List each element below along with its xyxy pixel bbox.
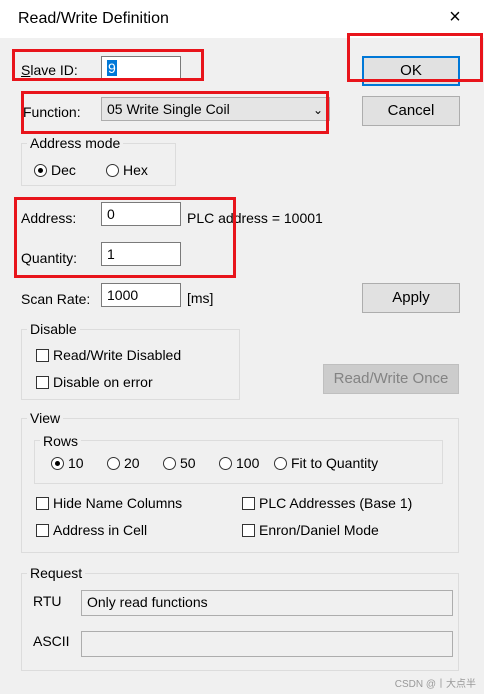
plc-addresses-checkbox[interactable]: PLC Addresses (Base 1) xyxy=(242,495,412,511)
plc-addresses-label: PLC Addresses (Base 1) xyxy=(259,495,413,511)
rows-radio-20-indicator xyxy=(107,456,120,470)
rows-radio-10[interactable]: 10 xyxy=(51,455,84,471)
hide-name-columns-box xyxy=(36,496,49,510)
address-in-cell-label: Address in Cell xyxy=(53,522,148,538)
view-title: View xyxy=(27,410,64,426)
rows-radio-50[interactable]: 50 xyxy=(163,455,196,471)
function-select[interactable]: 05 Write Single Coil ⌄ xyxy=(101,97,330,121)
rtu-field: Only read functions xyxy=(81,590,453,616)
disable-on-error-box xyxy=(36,375,49,389)
address-mode-title: Address mode xyxy=(27,135,124,151)
rows-label-20: 20 xyxy=(124,455,140,471)
rows-radio-100[interactable]: 100 xyxy=(219,455,259,471)
quantity-label: Quantity: xyxy=(21,250,78,266)
enron-daniel-label: Enron/Daniel Mode xyxy=(259,522,379,538)
ok-button[interactable]: OK xyxy=(362,56,460,86)
rows-label-10: 10 xyxy=(68,455,84,471)
rows-label-50: 50 xyxy=(180,455,196,471)
address-input[interactable]: 0 xyxy=(101,202,181,226)
watermark: CSDN @丨大点半 xyxy=(394,679,476,690)
quantity-input[interactable]: 1 xyxy=(101,242,181,266)
rows-label-fit: Fit to Quantity xyxy=(291,455,379,471)
slave-id-input[interactable]: 9 xyxy=(101,56,181,80)
request-title: Request xyxy=(27,565,86,581)
dec-radio[interactable]: Dec xyxy=(34,162,76,178)
hide-name-columns-checkbox[interactable]: Hide Name Columns xyxy=(36,495,182,511)
address-label: Address: xyxy=(21,210,77,226)
cancel-button[interactable]: Cancel xyxy=(362,96,460,126)
dec-radio-indicator xyxy=(34,163,47,177)
function-selected: 05 Write Single Coil xyxy=(107,101,230,117)
read-write-disabled-box xyxy=(36,348,49,362)
rows-radio-100-indicator xyxy=(219,456,232,470)
enron-daniel-checkbox[interactable]: Enron/Daniel Mode xyxy=(242,522,379,538)
dec-label: Dec xyxy=(51,162,76,178)
address-in-cell-box xyxy=(36,523,49,537)
hex-radio[interactable]: Hex xyxy=(106,162,148,178)
disable-on-error-label: Disable on error xyxy=(53,374,153,390)
chevron-down-icon: ⌄ xyxy=(312,103,323,117)
apply-button[interactable]: Apply xyxy=(362,283,460,313)
rows-radio-50-indicator xyxy=(163,456,176,470)
ascii-label: ASCII xyxy=(33,633,70,649)
disable-on-error-checkbox[interactable]: Disable on error xyxy=(36,374,153,390)
rows-radio-20[interactable]: 20 xyxy=(107,455,140,471)
rows-radio-fit[interactable]: Fit to Quantity xyxy=(274,455,378,471)
close-icon[interactable]: × xyxy=(444,6,466,28)
enron-daniel-box xyxy=(242,523,255,537)
hex-radio-indicator xyxy=(106,163,119,177)
disable-title: Disable xyxy=(27,321,80,337)
plc-addresses-box xyxy=(242,496,255,510)
rows-label-100: 100 xyxy=(236,455,260,471)
rtu-label: RTU xyxy=(33,593,62,609)
read-write-once-button[interactable]: Read/Write Once xyxy=(323,364,459,394)
hex-label: Hex xyxy=(123,162,148,178)
window-title: Read/Write Definition xyxy=(18,10,169,27)
plc-address-text: PLC address = 10001 xyxy=(187,210,323,226)
scan-rate-label: Scan Rate: xyxy=(21,291,91,307)
slave-id-label: Slave ID: xyxy=(21,62,78,78)
address-in-cell-checkbox[interactable]: Address in Cell xyxy=(36,522,147,538)
rows-title: Rows xyxy=(40,433,82,449)
ascii-field xyxy=(81,631,453,657)
rows-radio-fit-indicator xyxy=(274,456,287,470)
function-label: Function: xyxy=(23,104,81,120)
slave-id-value: 9 xyxy=(107,60,117,76)
rows-radio-10-indicator xyxy=(51,456,64,470)
scan-rate-unit: [ms] xyxy=(187,290,214,306)
read-write-disabled-label: Read/Write Disabled xyxy=(53,347,182,363)
read-write-disabled-checkbox[interactable]: Read/Write Disabled xyxy=(36,347,181,363)
hide-name-columns-label: Hide Name Columns xyxy=(53,495,183,511)
scan-rate-input[interactable]: 1000 xyxy=(101,283,181,307)
